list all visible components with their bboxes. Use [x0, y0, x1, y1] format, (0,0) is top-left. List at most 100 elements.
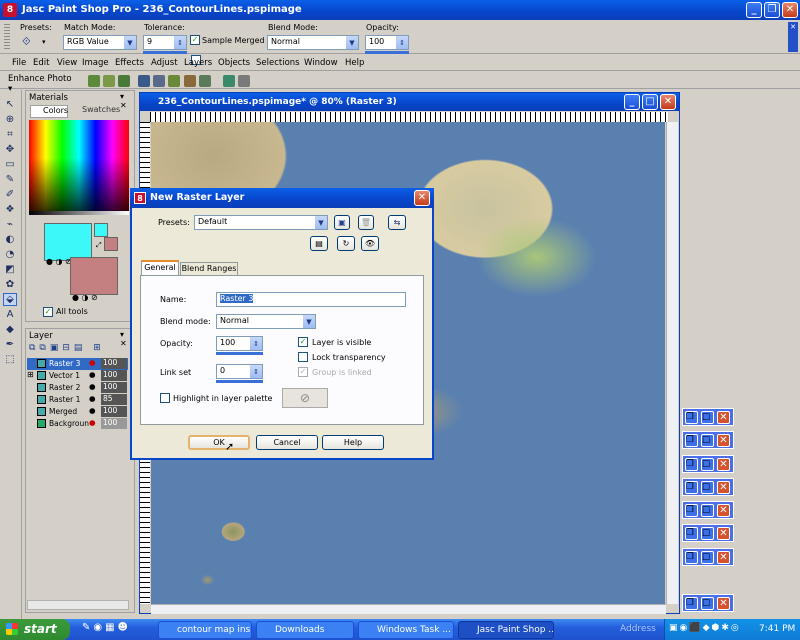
match-mode-select[interactable]: RGB Value ▼: [63, 35, 137, 50]
style-fg-icon[interactable]: ● ◑ ⊘: [46, 257, 72, 266]
opacity-input[interactable]: 100 ⇕: [365, 35, 409, 50]
restore-icon[interactable]: ❐: [685, 504, 698, 517]
close-icon[interactable]: ✕: [717, 527, 730, 540]
menu-edit[interactable]: Edit: [33, 58, 49, 68]
style-bg-icon[interactable]: ● ◑ ⊘: [72, 293, 98, 302]
doc-minimize-button[interactable]: _: [624, 94, 640, 110]
layer-expand-icon[interactable]: ⊞: [27, 370, 34, 379]
layer-visibility-icon[interactable]: ●: [89, 406, 96, 415]
tolerance-slider[interactable]: [143, 51, 187, 54]
maximize-icon[interactable]: □: [701, 551, 714, 564]
layer-row[interactable]: Raster 3 ● 100: [27, 358, 128, 370]
background-small-swatch[interactable]: [104, 237, 118, 251]
layers-scrollbar[interactable]: [27, 600, 129, 610]
clarify-icon[interactable]: [153, 75, 165, 87]
layer-opacity[interactable]: 100: [101, 370, 127, 381]
red-eye-icon[interactable]: [138, 75, 150, 87]
move-icon[interactable]: ✥: [3, 143, 17, 156]
highlight-color-button[interactable]: ⊘: [282, 388, 328, 408]
task-contour-map[interactable]: contour map ins...: [158, 621, 252, 639]
sample-merged-toggle[interactable]: ✓: [190, 35, 200, 45]
layer-row[interactable]: Merged ● 100: [27, 406, 128, 418]
preview-button[interactable]: 👁: [361, 236, 379, 251]
layer-opacity[interactable]: 100: [101, 418, 127, 429]
sharpen-icon[interactable]: [184, 75, 196, 87]
one-step-fix-icon[interactable]: [88, 75, 100, 87]
maximize-icon[interactable]: □: [701, 458, 714, 471]
close-button[interactable]: ✕: [782, 2, 798, 18]
menu-adjust[interactable]: Adjust: [151, 58, 178, 68]
color-balance-icon[interactable]: [103, 75, 115, 87]
minimize-button[interactable]: _: [746, 2, 762, 18]
layer-row[interactable]: Raster 1 ● 85: [27, 394, 128, 406]
histogram-icon[interactable]: [223, 75, 235, 87]
deform-icon[interactable]: ⌗: [3, 128, 17, 141]
opacity-dialog-slider[interactable]: [216, 352, 263, 355]
foreground-small-swatch[interactable]: [94, 223, 108, 237]
tab-swatches[interactable]: Swatches: [70, 105, 130, 118]
foreground-swatch[interactable]: [44, 223, 92, 261]
menu-image[interactable]: Image: [82, 58, 109, 68]
pan-icon[interactable]: ↖: [3, 98, 17, 111]
background-swatch[interactable]: [70, 257, 118, 295]
layer-row[interactable]: Raster 2 ● 100: [27, 382, 128, 394]
options-grip[interactable]: [4, 24, 10, 50]
swap-colors-icon[interactable]: ⤢: [96, 241, 102, 250]
spectrum-grey-bar[interactable]: [29, 211, 129, 215]
restore-icon[interactable]: ❐: [685, 458, 698, 471]
highlight-checkbox[interactable]: [160, 393, 170, 403]
layer-visibility-icon[interactable]: ●: [89, 358, 96, 367]
flood-fill-icon[interactable]: ⬙: [3, 293, 17, 306]
tab-blend-ranges[interactable]: Blend Ranges: [180, 262, 238, 275]
close-icon[interactable]: ✕: [717, 434, 730, 447]
link-set-slider[interactable]: [216, 380, 263, 383]
menu-effects[interactable]: Effects: [115, 58, 144, 68]
restore-icon[interactable]: ❐: [685, 481, 698, 494]
layer-opacity[interactable]: 100: [101, 358, 127, 369]
layer-visibility-icon[interactable]: ●: [89, 382, 96, 391]
picture-tube-icon[interactable]: ✿: [3, 278, 17, 291]
tab-general[interactable]: General: [141, 260, 179, 275]
restore-icon[interactable]: ❐: [685, 527, 698, 540]
layer-opacity[interactable]: 100: [101, 406, 127, 417]
layer-opacity[interactable]: 85: [101, 394, 127, 405]
save-preset-button[interactable]: ▣: [334, 215, 350, 230]
layer-visibility-icon[interactable]: ●: [89, 394, 96, 403]
proof-button[interactable]: ▤: [310, 236, 328, 251]
ok-button[interactable]: OK: [188, 435, 250, 450]
minimized-window[interactable]: ❐ □ ✕: [682, 478, 734, 496]
eraser-icon[interactable]: ◩: [3, 263, 17, 276]
blend-mode-dialog-select[interactable]: Normal ▼: [216, 314, 316, 329]
paint-brush-icon[interactable]: ✐: [3, 188, 17, 201]
lock-transparency-checkbox[interactable]: [298, 352, 308, 362]
task-paint-shop[interactable]: Jasc Paint Shop ...: [458, 621, 554, 639]
spin-icon[interactable]: ⇕: [249, 365, 262, 378]
opacity-slider[interactable]: [365, 51, 409, 54]
preset-shape-icon[interactable]: ◆: [3, 323, 17, 336]
close-icon[interactable]: ✕: [717, 551, 730, 564]
saturation-icon[interactable]: [168, 75, 180, 87]
task-downloads[interactable]: Downloads: [256, 621, 354, 639]
spin-icon[interactable]: ⇕: [395, 36, 408, 49]
link-set-input[interactable]: 0 ⇕: [216, 364, 263, 379]
minimized-window[interactable]: ❐ □ ✕: [682, 408, 734, 426]
menu-view[interactable]: View: [57, 58, 77, 68]
maximize-icon[interactable]: □: [701, 481, 714, 494]
settings-icon[interactable]: [238, 75, 250, 87]
layer-visible-checkbox[interactable]: ✓: [298, 337, 308, 347]
presets-dropdown-icon[interactable]: ▾: [42, 38, 46, 46]
all-tools-checkbox[interactable]: ✓: [43, 307, 53, 317]
layer-visibility-icon[interactable]: ●: [89, 370, 96, 379]
zoom-icon[interactable]: ⊕: [3, 113, 17, 126]
presets-icon[interactable]: ⟐: [22, 36, 34, 48]
minimized-window[interactable]: ❐ □ ✕: [682, 501, 734, 519]
help-button[interactable]: Help: [322, 435, 384, 450]
contrast-icon[interactable]: [118, 75, 130, 87]
menu-help[interactable]: Help: [345, 58, 364, 68]
menu-window[interactable]: Window: [304, 58, 338, 68]
dropper-icon[interactable]: ✎: [3, 173, 17, 186]
restore-button[interactable]: ❐: [764, 2, 780, 18]
tab-colors[interactable]: Colors: [30, 105, 68, 118]
restore-icon[interactable]: ❐: [685, 597, 698, 610]
close-icon[interactable]: ✕: [717, 504, 730, 517]
